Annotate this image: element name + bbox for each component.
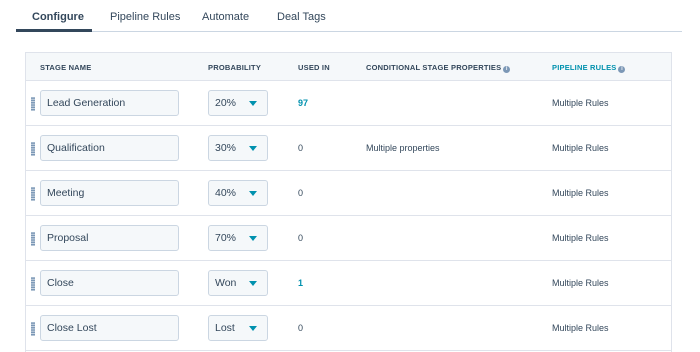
probability-select[interactable]: 30% [208,135,268,161]
probability-value: 70% [215,232,237,244]
conditional-properties[interactable]: Multiple properties [366,143,440,153]
stage-name-input[interactable] [40,270,179,296]
stage-name-input[interactable] [40,180,179,206]
probability-value: Lost [215,322,235,334]
caret-down-icon [249,281,257,286]
tab-configure[interactable]: Configure [32,11,84,23]
caret-down-icon [249,146,257,151]
tab-deal-tags[interactable]: Deal Tags [277,11,326,23]
used-in-count: 0 [298,233,304,243]
tab-bar: Configure Pipeline Rules Automate Deal T… [16,0,682,32]
column-header-conditional-label: CONDITIONAL STAGE PROPERTIES [366,63,502,72]
table-row: 70% 0 Multiple Rules [26,216,671,261]
probability-select[interactable]: 70% [208,225,268,251]
stage-name-input[interactable] [40,90,179,116]
caret-down-icon [249,101,257,106]
table-row: Won 1 Multiple Rules [26,261,671,306]
column-header-pipeline-rules[interactable]: PIPELINE RULES i [552,63,626,73]
stages-table: STAGE NAME PROBABILITY USED IN CONDITION… [25,52,672,352]
pipeline-rules-link[interactable]: Multiple Rules [552,98,609,108]
pipeline-rules-link[interactable]: Multiple Rules [552,143,609,153]
drag-handle-icon[interactable] [31,187,35,201]
pipeline-rules-link[interactable]: Multiple Rules [552,188,609,198]
drag-handle-icon[interactable] [31,97,35,111]
used-in-count: 0 [298,143,304,153]
probability-value: Won [215,277,237,289]
table-row: Lost 0 Multiple Rules [26,306,671,351]
column-header-pipeline-rules-label[interactable]: PIPELINE RULES [552,63,616,72]
info-icon[interactable]: i [618,66,626,73]
probability-value: 30% [215,142,237,154]
caret-down-icon [249,326,257,331]
table-row: 20% 97 Multiple Rules [26,81,671,126]
probability-select[interactable]: 40% [208,180,268,206]
drag-handle-icon[interactable] [31,322,35,336]
used-in-count: 0 [298,323,304,333]
pipeline-rules-link[interactable]: Multiple Rules [552,323,609,333]
caret-down-icon [249,236,257,241]
column-header-probability: PROBABILITY [208,63,262,72]
tab-automate[interactable]: Automate [202,11,249,23]
probability-select[interactable]: 20% [208,90,268,116]
used-in-count: 0 [298,188,304,198]
used-in-count-link[interactable]: 97 [298,98,308,108]
column-header-conditional-stage-properties: CONDITIONAL STAGE PROPERTIES i [366,63,511,73]
drag-handle-icon[interactable] [31,232,35,246]
table-row: 40% 0 Multiple Rules [26,171,671,216]
column-header-used-in: USED IN [298,63,330,72]
caret-down-icon [249,191,257,196]
active-tab-indicator [16,29,92,32]
pipeline-rules-link[interactable]: Multiple Rules [552,278,609,288]
table-row: 30% 0 Multiple properties Multiple Rules [26,126,671,171]
probability-value: 20% [215,97,237,109]
drag-handle-icon[interactable] [31,277,35,291]
probability-value: 40% [215,187,237,199]
used-in-count-link[interactable]: 1 [298,278,303,288]
probability-select[interactable]: Lost [208,315,268,341]
info-icon[interactable]: i [503,66,511,73]
stage-name-input[interactable] [40,315,179,341]
probability-select[interactable]: Won [208,270,268,296]
stage-name-input[interactable] [40,225,179,251]
drag-handle-icon[interactable] [31,142,35,156]
pipeline-rules-link[interactable]: Multiple Rules [552,233,609,243]
tab-pipeline-rules[interactable]: Pipeline Rules [110,11,180,23]
column-header-stage-name: STAGE NAME [40,63,92,72]
stage-name-input[interactable] [40,135,179,161]
table-header: STAGE NAME PROBABILITY USED IN CONDITION… [26,53,671,81]
